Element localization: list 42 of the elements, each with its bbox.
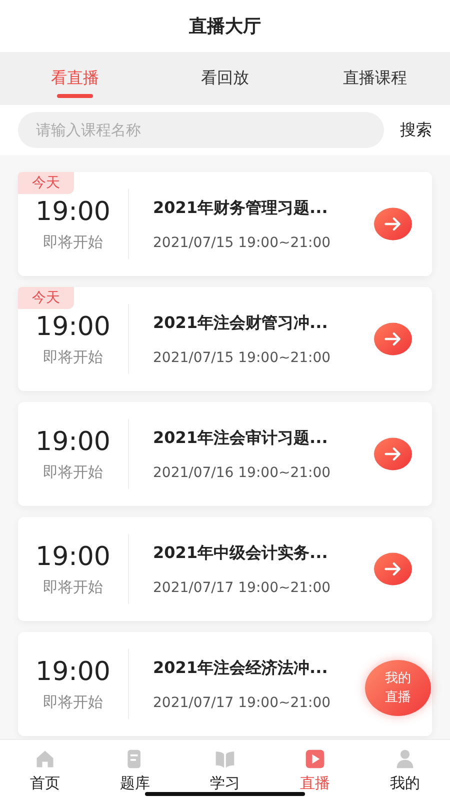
course-card[interactable]: 19:00 即将开始 2021年注会审计习题... 2021/07/16 19:00~21:00 — [18, 402, 432, 506]
start-time: 19:00 — [36, 426, 110, 456]
start-time: 19:00 — [36, 312, 110, 342]
start-time: 19:00 — [36, 196, 110, 226]
today-tag: 今天 — [18, 172, 74, 194]
nav-tab[interactable]: 我的 — [360, 740, 450, 800]
course-title: 2021年注会财管习冲... — [153, 312, 329, 334]
schedule-text: 2021/07/15 19:00~21:00 — [153, 350, 332, 366]
today-tag: 今天 — [18, 287, 74, 309]
tab[interactable]: 看回放 — [150, 52, 300, 105]
schedule-text: 2021/07/16 19:00~21:00 — [153, 464, 332, 480]
arrow-button[interactable] — [372, 320, 414, 358]
status-text: 即将开始 — [43, 692, 103, 712]
play-icon — [304, 748, 326, 770]
person-icon — [394, 748, 416, 770]
search-button[interactable]: 搜索 — [400, 120, 432, 140]
course-title: 2021年中级会计实务... — [153, 542, 329, 564]
course-title: 2021年注会经济法冲... — [153, 658, 329, 678]
course-card[interactable]: 今天 19:00 即将开始 2021年财务管理习题... 2021/07/15 19:00~21:00 — [18, 172, 432, 276]
course-card[interactable]: 19:00 即将开始 2021年中级会计实务... 2021/07/17 19:00~21:00 — [18, 517, 432, 621]
nav-tab[interactable]: 首页 — [0, 740, 90, 800]
nav-tab[interactable]: 直播 — [270, 740, 360, 800]
status-text: 即将开始 — [43, 578, 103, 596]
arrow-button[interactable] — [372, 435, 414, 473]
status-text: 即将开始 — [43, 348, 103, 366]
schedule-text: 2021/07/15 19:00~21:00 — [153, 234, 332, 250]
nav-tab[interactable]: 题库 — [90, 740, 180, 800]
start-time: 19:00 — [36, 656, 110, 686]
tab[interactable]: 直播课程 — [300, 52, 450, 105]
status-text: 即将开始 — [43, 462, 103, 482]
nav-tab[interactable]: 学习 — [180, 740, 270, 800]
search-field[interactable]: 请输入课程名称 — [18, 112, 384, 148]
course-card[interactable]: 今天 19:00 即将开始 2021年注会财管习冲... 2021/07/15 19:00~21:00 — [18, 287, 432, 391]
course-title: 2021年财务管理习题... — [153, 198, 329, 218]
page-title: 直播大厅 — [189, 15, 261, 38]
start-time: 19:00 — [36, 542, 110, 572]
arrow-button[interactable] — [372, 550, 414, 588]
course-title: 2021年注会审计习题... — [153, 428, 329, 448]
schedule-text: 2021/07/17 19:00~21:00 — [153, 694, 332, 710]
arrow-button[interactable] — [372, 205, 414, 243]
schedule-text: 2021/07/17 19:00~21:00 — [153, 580, 332, 596]
status-text: 即将开始 — [43, 232, 103, 252]
